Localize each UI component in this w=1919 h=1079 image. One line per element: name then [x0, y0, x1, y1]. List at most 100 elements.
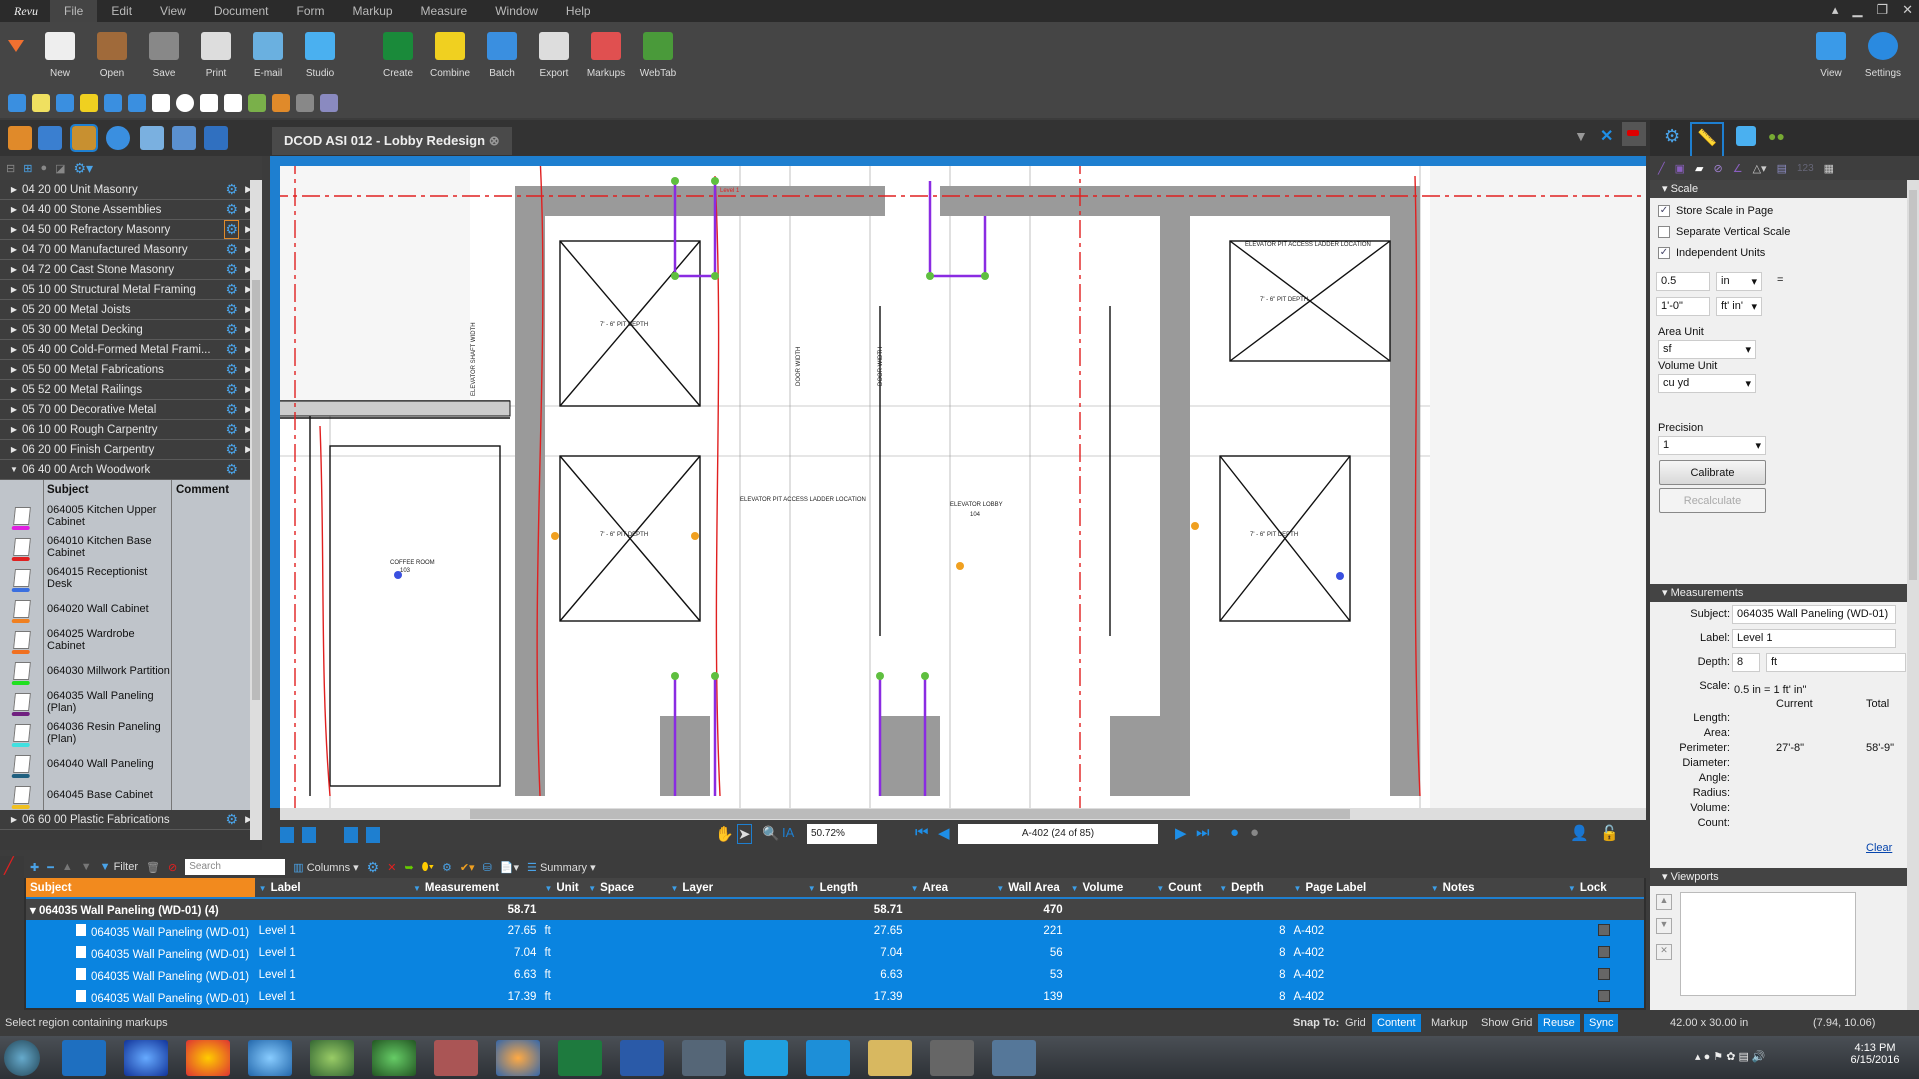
column-header-notes[interactable]: ▼ Notes	[1426, 878, 1564, 899]
lock-checkbox[interactable]	[1597, 967, 1610, 980]
lock-checkbox[interactable]	[1597, 945, 1610, 958]
clear-link[interactable]: Clear	[1866, 842, 1892, 854]
next-view-icon[interactable]: ●	[1250, 824, 1259, 841]
area-tool-icon[interactable]: ▣	[1675, 162, 1685, 175]
thumbnails-tab-icon[interactable]	[8, 126, 32, 150]
clear-filter-icon[interactable]: ⊘	[168, 861, 177, 874]
independent-units-checkbox[interactable]: ✓ Independent Units	[1650, 242, 1919, 263]
next-page-icon[interactable]: ▶	[1175, 824, 1187, 842]
tool-group[interactable]: ▶ 04 50 00 Refractory Masonry ⚙ ▶	[0, 220, 262, 240]
zoom-tool-icon[interactable]: 🔍	[762, 825, 779, 842]
column-header-wall-area[interactable]: ▼ Wall Area	[992, 878, 1067, 899]
first-page-icon[interactable]: ⏮	[915, 824, 929, 841]
comment-column-header[interactable]: Comment	[172, 484, 229, 496]
volume-tool-icon[interactable]: △▾	[1753, 162, 1767, 175]
snapshot-icon[interactable]	[272, 94, 290, 112]
menu-form[interactable]: Form	[283, 0, 339, 22]
column-header-lock[interactable]: ▼ Lock	[1563, 878, 1644, 899]
tool-group[interactable]: ▶ 06 20 00 Finish Carpentry ⚙ ▶	[0, 440, 262, 460]
text-select-icon[interactable]: IA	[782, 825, 794, 840]
studio-icon[interactable]	[1736, 126, 1756, 146]
checkbox-box[interactable]: ✓	[1658, 204, 1670, 217]
calibrate-button[interactable]: Calibrate	[1659, 460, 1766, 485]
horizontal-scrollbar[interactable]	[280, 808, 1646, 820]
cell-lock[interactable]	[1563, 920, 1644, 942]
tool-group[interactable]: ▶ 05 40 00 Cold-Formed Metal Frami... ⚙ ▶	[0, 340, 262, 360]
cloud-icon[interactable]	[128, 94, 146, 112]
page-field[interactable]: A-402 (24 of 85)	[958, 824, 1158, 844]
move-down-icon[interactable]: ▼	[81, 861, 92, 873]
column-header-subject[interactable]: Subject	[26, 878, 255, 899]
tool-item[interactable]: 064025 Wardrobe Cabinet	[0, 624, 250, 655]
tool-item[interactable]: 064020 Wall Cabinet	[0, 593, 250, 624]
clock[interactable]: 4:13 PM 6/15/2016	[1845, 1042, 1905, 1066]
tool-group[interactable]: ▶ 05 50 00 Metal Fabrications ⚙ ▶	[0, 360, 262, 380]
tray-icons[interactable]: ▴ ● ⚑ ✿ ▤ 🔊	[1695, 1050, 1766, 1063]
measure-icon[interactable]	[320, 94, 338, 112]
status-icon[interactable]: ⬮▾	[422, 861, 434, 874]
column-header-unit[interactable]: ▼ Unit	[540, 878, 585, 899]
filter-icon[interactable]: ▼	[1568, 884, 1576, 893]
filter-icon[interactable]: ▼	[544, 884, 552, 893]
tool-item[interactable]: 064036 Resin Paneling (Plan)	[0, 717, 250, 748]
gear-icon[interactable]: ⚙	[225, 341, 238, 358]
filter-icon[interactable]: ▼	[1294, 884, 1302, 893]
column-header-measurement[interactable]: ▼ Measurement	[408, 878, 541, 899]
filter-icon[interactable]: ▼	[671, 884, 679, 893]
combine-button[interactable]: Combine	[424, 22, 476, 88]
length-tool-icon[interactable]: ╱	[1658, 162, 1665, 175]
tool-item[interactable]: 064010 Kitchen Base Cabinet	[0, 531, 250, 562]
reply-icon[interactable]: ➥	[404, 861, 413, 874]
depth-unit-field[interactable]: ft	[1766, 653, 1906, 672]
highlight-icon[interactable]	[80, 94, 98, 112]
document-tab[interactable]: DCOD ASI 012 - Lobby Redesign ⊗	[272, 127, 512, 155]
settings-button[interactable]: Settings	[1857, 22, 1909, 88]
explorer-taskbar-icon[interactable]	[868, 1040, 912, 1076]
menu-file[interactable]: File	[50, 0, 98, 22]
column-header-length[interactable]: ▼ Length	[803, 878, 907, 899]
scale-value-1[interactable]: 0.5	[1656, 272, 1710, 291]
viewports-list[interactable]	[1680, 892, 1856, 996]
filter-icon[interactable]: ▼	[1431, 884, 1439, 893]
snap-grid-toggle[interactable]: Grid	[1340, 1014, 1371, 1032]
add-icon[interactable]: ✚	[30, 861, 39, 874]
label-field[interactable]: Level 1	[1732, 629, 1896, 648]
properties-tab-icon[interactable]	[204, 126, 228, 150]
pan-tool-icon[interactable]: ✋	[715, 825, 734, 843]
app-taskbar-icon[interactable]	[682, 1040, 726, 1076]
browser-taskbar-icon[interactable]	[124, 1040, 168, 1076]
right-panel-scrollbar[interactable]	[1907, 180, 1919, 1010]
close-tab-icon[interactable]: ✕	[1600, 126, 1613, 146]
note-icon[interactable]	[32, 94, 50, 112]
filter-icon[interactable]: ▼	[996, 884, 1004, 893]
tool-item[interactable]: 064040 Wall Paneling	[0, 748, 250, 779]
tool-group[interactable]: ▶ 06 10 00 Rough Carpentry ⚙ ▶	[0, 420, 262, 440]
chrome-taskbar-icon[interactable]	[186, 1040, 230, 1076]
gear-icon[interactable]: ⚙	[225, 421, 238, 438]
gear-icon[interactable]: ⚙	[225, 321, 238, 338]
ribbon-collapse-icon[interactable]: ▴	[1832, 2, 1839, 18]
filter-icon[interactable]: ▼	[1071, 884, 1079, 893]
tool-group[interactable]: ▶ 04 20 00 Unit Masonry ⚙ ▶	[0, 180, 262, 200]
scale-unit-2-select[interactable]: ft' in'	[1716, 297, 1762, 316]
properties-gear-icon[interactable]: ⚙	[1664, 126, 1680, 147]
recalculate-button[interactable]: Recalculate	[1659, 488, 1766, 513]
column-header-space[interactable]: ▼ Space	[584, 878, 667, 899]
left-panel-scrollbar[interactable]	[250, 180, 262, 840]
text-icon[interactable]	[8, 94, 26, 112]
tool-item[interactable]: 064045 Base Cabinet	[0, 779, 250, 810]
cutout-icon[interactable]: ▤	[1777, 162, 1787, 175]
columns-button[interactable]: ▥ Columns ▾	[293, 861, 358, 874]
menu-window[interactable]: Window	[481, 0, 552, 22]
filter-icon[interactable]: ▼	[1156, 884, 1164, 893]
tool-group[interactable]: ▶ 04 70 00 Manufactured Masonry ⚙ ▶	[0, 240, 262, 260]
count-tool-icon[interactable]: 123	[1797, 163, 1814, 174]
bookmarks-tab-icon[interactable]	[38, 126, 62, 150]
excel-taskbar-icon[interactable]	[558, 1040, 602, 1076]
column-header-page-label[interactable]: ▼ Page Label	[1289, 878, 1427, 899]
collapse-all-icon[interactable]: ⊟	[6, 162, 15, 175]
tool-item[interactable]: 064030 Millwork Partition	[0, 655, 250, 686]
tool-group-next[interactable]: ▶ 06 60 00 Plastic Fabrications ⚙ ▶	[0, 810, 262, 830]
snap-reuse-toggle[interactable]: Reuse	[1538, 1014, 1580, 1032]
checkbox-box[interactable]: ✓	[1658, 246, 1670, 259]
